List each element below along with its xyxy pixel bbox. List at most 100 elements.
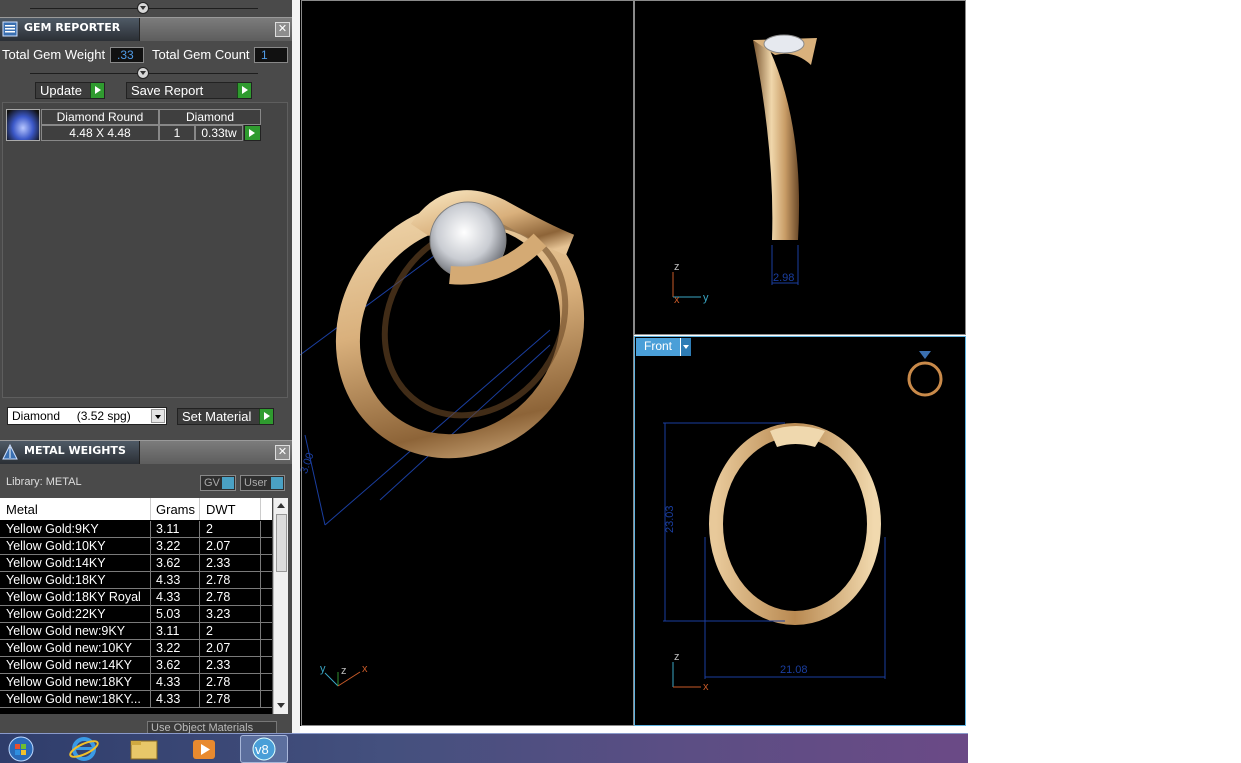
scale-icon [2, 444, 18, 460]
metal-weights-title-tab[interactable]: METAL WEIGHTS [0, 441, 140, 464]
table-row[interactable]: Yellow Gold new:10KY 3.22 2.07 [0, 640, 272, 657]
library-label: Library: METAL [6, 476, 82, 488]
cell-divider [260, 555, 261, 572]
cell-divider [199, 623, 200, 640]
gv-toggle[interactable]: GV [200, 475, 236, 491]
cell-divider [260, 657, 261, 674]
gem-count-cell: 1 [159, 125, 195, 141]
table-header: Metal Grams DWT [0, 498, 272, 520]
metal-weights-title: METAL WEIGHTS [24, 444, 126, 457]
set-material-button[interactable]: Set Material [177, 408, 274, 425]
cell-metal: Yellow Gold:18KY [6, 573, 106, 587]
cell-grams: 4.33 [156, 692, 181, 706]
cell-divider [260, 572, 261, 589]
cell-divider [150, 538, 151, 555]
scroll-up-arrow-icon[interactable] [277, 503, 285, 508]
taskbar: v8 [0, 733, 968, 763]
cell-divider [260, 521, 261, 538]
save-report-button[interactable]: Save Report [126, 82, 252, 99]
total-gem-count-value[interactable]: 1 [254, 47, 288, 63]
gem-reporter-close-button[interactable]: ✕ [275, 22, 290, 37]
side-viewport-frame [634, 0, 966, 335]
matrix-v8-icon[interactable]: v8 [240, 735, 288, 763]
cell-dwt: 2.78 [206, 692, 231, 706]
internet-explorer-icon[interactable] [60, 735, 108, 763]
update-button-label: Update [40, 83, 82, 98]
cell-dwt: 2 [206, 522, 213, 536]
gem-reporter-title-tab[interactable]: GEM REPORTER [0, 18, 140, 41]
svg-text:v8: v8 [255, 742, 269, 757]
cell-metal: Yellow Gold new:18KY [6, 675, 133, 689]
table-row[interactable]: Yellow Gold:10KY 3.22 2.07 [0, 538, 272, 555]
update-button[interactable]: Update [35, 82, 105, 99]
panel-splitter[interactable] [292, 0, 300, 733]
scrollbar-thumb[interactable] [276, 514, 287, 572]
cell-divider [260, 640, 261, 657]
save-report-button-label: Save Report [131, 83, 204, 98]
gem-row-go-button[interactable] [244, 125, 261, 141]
cell-grams: 4.33 [156, 675, 181, 689]
material-select[interactable]: Diamond (3.52 spg) [7, 407, 167, 425]
perspective-viewport-frame [301, 0, 634, 726]
table-row[interactable]: Yellow Gold:18KY Royal 4.33 2.78 [0, 589, 272, 606]
set-material-button-label: Set Material [182, 409, 252, 424]
table-row[interactable]: Yellow Gold:9KY 3.11 2 [0, 521, 272, 538]
table-row[interactable]: Yellow Gold new:9KY 3.11 2 [0, 623, 272, 640]
column-header-grams[interactable]: Grams [156, 502, 195, 517]
start-orb-icon[interactable] [0, 735, 48, 763]
cell-divider [199, 589, 200, 606]
cell-grams: 3.62 [156, 556, 181, 570]
save-report-go-icon [237, 83, 251, 98]
cell-divider [260, 538, 261, 555]
column-divider [199, 498, 200, 520]
column-header-metal[interactable]: Metal [6, 502, 38, 517]
use-object-materials-toggle[interactable]: Use Object Materials [147, 721, 277, 733]
scroll-down-arrow-icon[interactable] [277, 703, 285, 708]
user-indicator-icon [271, 477, 283, 489]
cell-divider [260, 606, 261, 623]
user-toggle[interactable]: User [240, 475, 285, 491]
table-row[interactable]: Yellow Gold new:18KY 4.33 2.78 [0, 674, 272, 691]
chevron-down-icon [151, 409, 165, 423]
cell-dwt: 2.33 [206, 658, 231, 672]
cell-dwt: 3.23 [206, 607, 231, 621]
cell-dwt: 2.78 [206, 573, 231, 587]
cell-divider [260, 589, 261, 606]
total-gem-weight-value[interactable]: .33 [110, 47, 144, 63]
update-go-icon [90, 83, 104, 98]
left-panel: GEM REPORTER ✕ Total Gem Weight .33 Tota… [0, 0, 300, 733]
cell-divider [260, 623, 261, 640]
table-row[interactable]: Yellow Gold:22KY 5.03 3.23 [0, 606, 272, 623]
metal-weights-close-button[interactable]: ✕ [275, 445, 290, 460]
cell-metal: Yellow Gold new:14KY [6, 658, 133, 672]
gv-indicator-icon [222, 477, 234, 489]
front-view-selector[interactable]: Front [636, 338, 691, 356]
front-viewport-frame [634, 336, 966, 726]
table-row[interactable]: Yellow Gold new:14KY 3.62 2.33 [0, 657, 272, 674]
table-row[interactable]: Yellow Gold:14KY 3.62 2.33 [0, 555, 272, 572]
cell-divider [199, 640, 200, 657]
gv-toggle-label: GV [204, 477, 220, 489]
cell-divider [150, 606, 151, 623]
cell-divider [260, 691, 261, 708]
table-scrollbar[interactable] [273, 498, 288, 714]
cell-divider [150, 657, 151, 674]
cell-metal: Yellow Gold:22KY [6, 607, 106, 621]
user-toggle-label: User [244, 477, 268, 489]
cell-divider [150, 691, 151, 708]
column-header-dwt[interactable]: DWT [206, 502, 236, 517]
top-splitter-knob[interactable] [137, 2, 149, 14]
table-row[interactable]: Yellow Gold new:18KY... 4.33 2.78 [0, 691, 272, 708]
cell-divider [199, 521, 200, 538]
chevron-down-icon[interactable] [680, 338, 691, 356]
file-explorer-icon[interactable] [120, 735, 168, 763]
round-diamond-thumbnail-icon[interactable] [6, 109, 40, 141]
gem-material-cell: Diamond [159, 109, 261, 125]
cell-dwt: 2.78 [206, 590, 231, 604]
cell-grams: 3.62 [156, 658, 181, 672]
mid-splitter-knob[interactable] [137, 67, 149, 79]
media-player-icon[interactable] [180, 735, 228, 763]
table-row[interactable]: Yellow Gold:18KY 4.33 2.78 [0, 572, 272, 589]
column-divider [150, 498, 151, 520]
cell-grams: 4.33 [156, 590, 181, 604]
